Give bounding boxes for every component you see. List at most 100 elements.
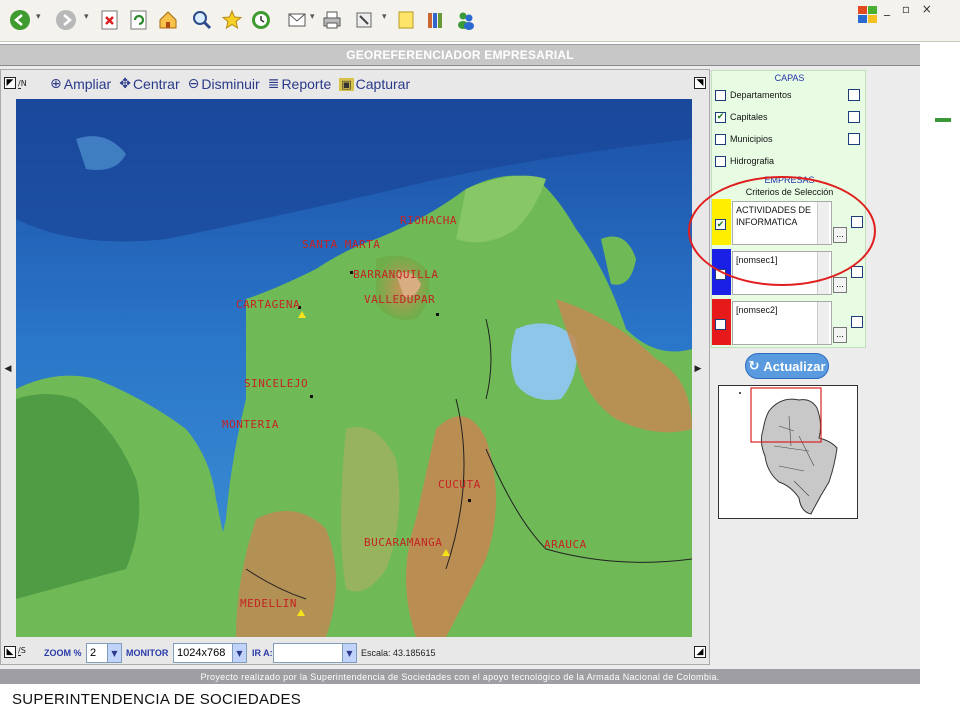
city-label: RIOHACHA	[400, 214, 457, 227]
layers-panel: CAPAS Departamentos ✔ Capitales Municipi…	[711, 70, 866, 348]
decorative-dash	[935, 118, 951, 122]
locator-map[interactable]	[718, 385, 858, 519]
layer-departamentos[interactable]: Departamentos	[715, 87, 865, 103]
criteria-browse-button[interactable]: ...	[833, 277, 847, 293]
city-label: VALLEDUPAR	[364, 293, 436, 306]
monitor-select[interactable]: 1024x768 ▼	[173, 643, 247, 663]
city-label: ARAUCA	[544, 538, 587, 551]
city-label: BARRANQUILLA	[353, 268, 439, 281]
forward-icon[interactable]	[52, 6, 80, 34]
criteria-scrollbar[interactable]	[817, 202, 829, 244]
capture-label: Capturar	[355, 76, 411, 92]
company-criteria-row: [nomsec2] ...	[712, 299, 867, 345]
edit-icon[interactable]	[350, 6, 378, 34]
company-criteria-row: ✔ ACTIVIDADES DE INFORMATICA ...	[712, 199, 867, 245]
zoom-out-tool[interactable]: ⊖ Disminuir	[188, 76, 260, 92]
layer-label-checkbox[interactable]	[848, 133, 860, 145]
companies-subtitle: Criterios de Selección	[745, 187, 834, 197]
criteria-browse-button[interactable]: ...	[833, 327, 847, 343]
capture-tool[interactable]: ▣ Capturar	[339, 76, 410, 92]
refresh-icon: ↻	[748, 358, 760, 374]
layer-capitales[interactable]: ✔ Capitales	[715, 109, 865, 125]
layer-checkbox[interactable]	[715, 89, 726, 101]
notes-icon[interactable]	[392, 6, 420, 34]
report-label: Reporte	[281, 76, 332, 92]
city-label: SANTA MARTA	[302, 238, 381, 251]
map-toolbar: ⊕ Ampliar ✥ Centrar ⊖ Disminuir ≣ Report…	[50, 72, 750, 96]
back-dropdown-icon[interactable]: ▾	[36, 12, 41, 22]
chevron-down-icon: ▼	[342, 644, 356, 662]
colombia-overview-map	[739, 387, 838, 515]
pan-west-icon[interactable]: ◀	[4, 358, 12, 380]
company-criteria-row: [nomsec1] ...	[712, 249, 867, 295]
city-label: CUCUTA	[438, 478, 481, 491]
goto-select[interactable]: ▼	[273, 643, 357, 663]
map-canvas[interactable]: RIOHACHA SANTA MARTA BARRANQUILLA VALLED…	[16, 99, 692, 637]
criteria-label-checkbox[interactable]	[851, 216, 863, 228]
edit-dropdown-icon[interactable]: ▾	[382, 12, 387, 22]
criteria-browse-button[interactable]: ...	[833, 227, 847, 243]
history-icon[interactable]	[247, 6, 275, 34]
layers-title: CAPAS	[774, 73, 805, 83]
update-label: Actualizar	[763, 358, 826, 374]
north-pan-icon[interactable]: /N	[18, 79, 27, 89]
scale-readout: Escala: 43.185615	[361, 648, 436, 658]
zoom-value: 2	[90, 647, 97, 659]
report-tool[interactable]: ≣ Reporte	[268, 76, 332, 92]
criteria-checkbox[interactable]	[715, 269, 726, 280]
layer-label: Capitales	[730, 112, 768, 122]
layer-checkbox[interactable]: ✔	[715, 111, 726, 123]
center-tool[interactable]: ✥ Centrar	[119, 76, 179, 92]
research-icon[interactable]	[422, 6, 450, 34]
criteria-checkbox[interactable]: ✔	[715, 219, 726, 230]
city-label: MEDELLIN	[240, 597, 297, 610]
report-icon: ≣	[267, 76, 280, 92]
criteria-scrollbar[interactable]	[817, 252, 829, 294]
monitor-label: MONITOR	[126, 648, 169, 658]
criteria-label-checkbox[interactable]	[851, 316, 863, 328]
browser-toolbar: ▾ ▾ ▾ ▾ _ ▫ ×	[0, 0, 960, 42]
stop-icon[interactable]	[96, 6, 124, 34]
forward-dropdown-icon[interactable]: ▾	[84, 12, 89, 22]
pan-northeast-icon[interactable]: ◥	[694, 77, 706, 89]
mail-icon[interactable]	[284, 6, 312, 34]
screen: ▾ ▾ ▾ ▾ _ ▫ × GEOREFERENCIADOR EMPRESARI…	[0, 0, 960, 720]
pan-northwest-icon[interactable]: ◤	[4, 77, 16, 89]
update-button[interactable]: ↻ Actualizar	[745, 353, 829, 379]
chevron-down-icon: ▼	[232, 644, 246, 662]
footer-bar: Proyecto realizado por la Superintendenc…	[0, 669, 920, 684]
criteria-scrollbar[interactable]	[817, 302, 829, 344]
chevron-down-icon: ▼	[107, 644, 121, 662]
refresh-icon[interactable]	[125, 6, 153, 34]
layer-checkbox[interactable]	[715, 133, 726, 145]
center-label: Centrar	[132, 76, 180, 92]
layer-municipios[interactable]: Municipios	[715, 131, 865, 147]
layer-checkbox[interactable]	[715, 155, 726, 167]
messenger-icon[interactable]	[452, 6, 480, 34]
criteria-checkbox[interactable]	[715, 319, 726, 330]
home-icon[interactable]	[154, 6, 182, 34]
window-controls[interactable]: _ ▫ ×	[884, 2, 936, 16]
search-icon[interactable]	[188, 6, 216, 34]
back-icon[interactable]	[6, 6, 34, 34]
layer-label-checkbox[interactable]	[848, 89, 860, 101]
layer-label: Departamentos	[730, 90, 792, 100]
layer-label: Hidrografia	[730, 156, 775, 166]
zoom-select[interactable]: 2 ▼	[86, 643, 122, 663]
layer-hidrografia[interactable]: Hidrografia	[715, 153, 865, 169]
organization-name: SUPERINTENDENCIA DE SOCIEDADES	[12, 691, 302, 708]
pan-east-icon[interactable]: ▶	[694, 358, 702, 380]
companies-title: EMPRESAS	[764, 175, 815, 185]
print-icon[interactable]	[318, 6, 346, 34]
goto-label: IR A:	[252, 648, 273, 658]
city-label: SINCELEJO	[244, 377, 309, 390]
criteria-label-checkbox[interactable]	[851, 266, 863, 278]
footer-note: Proyecto realizado por la Superintendenc…	[200, 671, 720, 682]
capture-icon: ▣	[339, 77, 354, 91]
zoom-in-tool[interactable]: ⊕ Ampliar	[50, 76, 111, 92]
favorites-icon[interactable]	[218, 6, 246, 34]
app-header: GEOREFERENCIADOR EMPRESARIAL	[0, 44, 920, 66]
map-controls: ZOOM % 2 ▼ MONITOR 1024x768 ▼ IR A: ▼ Es…	[0, 640, 710, 666]
layer-label-checkbox[interactable]	[848, 111, 860, 123]
mail-dropdown-icon[interactable]: ▾	[310, 12, 315, 22]
